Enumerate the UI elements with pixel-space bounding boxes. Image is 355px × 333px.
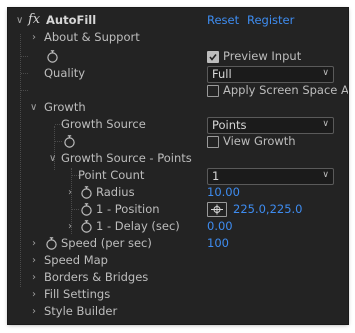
stopwatch-icon[interactable] (45, 237, 58, 250)
param-position: 1 - Position 225.0,225.0 (8, 201, 348, 218)
param-quality: Quality Full ∨ (8, 65, 348, 83)
point-count-dropdown[interactable]: 1 ∨ (207, 168, 334, 185)
param-preview-input: Preview Input (8, 48, 348, 65)
stopwatch-icon[interactable] (46, 50, 59, 63)
collapse-chevron-icon[interactable]: ∨ (49, 150, 56, 167)
param-radius: › Radius 10.00 (8, 184, 348, 201)
param-label: Quality (44, 66, 86, 80)
param-label: Point Count (78, 168, 145, 182)
param-label: 1 - Position (96, 202, 160, 216)
param-point-count: Point Count 1 ∨ (8, 167, 348, 185)
dropdown-value: Full (212, 67, 232, 81)
dropdown-value: Points (212, 118, 247, 132)
checkbox-label: View Growth (223, 134, 296, 148)
expand-chevron-icon[interactable]: › (32, 252, 36, 269)
group-label: Fill Settings (44, 287, 111, 301)
view-growth-checkbox[interactable] (207, 136, 219, 148)
tree-connector (21, 73, 28, 74)
chevron-down-icon: ∨ (322, 170, 329, 180)
collapse-chevron-icon[interactable]: ∨ (30, 99, 37, 116)
group-speed-map[interactable]: › Speed Map (8, 252, 348, 269)
effect-header: ∨ fx AutoFill Reset Register (8, 12, 348, 29)
param-delay: › 1 - Delay (sec) 0.00 (8, 218, 348, 235)
group-label: Style Builder (44, 304, 118, 318)
param-view-growth: View Growth (8, 133, 348, 150)
stopwatch-icon[interactable] (63, 135, 76, 148)
delay-value[interactable]: 0.00 (207, 218, 233, 235)
dropdown-value: 1 (212, 169, 220, 183)
tree-connector (21, 90, 28, 91)
group-about-support[interactable]: › About & Support (8, 29, 348, 46)
stopwatch-icon[interactable] (80, 186, 93, 199)
reset-link[interactable]: Reset (207, 12, 239, 29)
tree-connector (72, 209, 79, 210)
group-growth[interactable]: ∨ Growth (8, 99, 348, 116)
group-label: Growth Source - Points (61, 151, 192, 165)
expand-chevron-icon[interactable]: › (32, 269, 36, 286)
param-label: Growth Source (61, 117, 146, 131)
tree-connector (55, 141, 62, 142)
group-growth-source-points[interactable]: ∨ Growth Source - Points (8, 150, 348, 167)
group-label: Growth (44, 100, 86, 114)
group-style-builder[interactable]: › Style Builder (8, 303, 348, 320)
fx-icon[interactable]: fx (28, 11, 40, 28)
expand-chevron-icon[interactable]: › (32, 29, 36, 46)
crosshair-icon[interactable] (207, 202, 227, 217)
stopwatch-icon[interactable] (80, 203, 93, 216)
tree-connector (21, 56, 28, 57)
param-label: Speed (per sec) (61, 236, 152, 250)
group-label: Borders & Bridges (44, 270, 149, 284)
param-label: 1 - Delay (sec) (96, 219, 180, 233)
expand-chevron-icon[interactable]: › (68, 218, 72, 235)
quality-dropdown[interactable]: Full ∨ (207, 66, 334, 83)
group-fill-settings[interactable]: › Fill Settings (8, 286, 348, 303)
chevron-down-icon: ∨ (322, 119, 329, 129)
chevron-down-icon: ∨ (322, 68, 329, 78)
group-label: About & Support (44, 30, 140, 44)
growth-source-dropdown[interactable]: Points ∨ (207, 117, 334, 134)
group-label: Speed Map (44, 253, 108, 267)
preview-input-checkbox[interactable] (207, 51, 219, 63)
collapse-chevron-icon[interactable]: ∨ (16, 12, 23, 29)
param-speed: › Speed (per sec) 100 (8, 235, 348, 252)
stopwatch-icon[interactable] (80, 220, 93, 233)
param-growth-source: Growth Source Points ∨ (8, 116, 348, 134)
param-label: Radius (96, 185, 135, 199)
checkbox-label: Apply Screen Space AA (223, 83, 348, 97)
effect-controls-panel: ∨ fx AutoFill Reset Register › About & S… (8, 8, 348, 324)
expand-chevron-icon[interactable]: › (68, 184, 72, 201)
checkbox-label: Preview Input (223, 49, 302, 63)
expand-chevron-icon[interactable]: › (32, 235, 36, 252)
expand-chevron-icon[interactable]: › (32, 303, 36, 320)
apply-ssaa-checkbox[interactable] (207, 85, 219, 97)
position-value[interactable]: 225.0,225.0 (233, 201, 303, 218)
expand-chevron-icon[interactable]: › (32, 286, 36, 303)
radius-value[interactable]: 10.00 (207, 184, 240, 201)
effect-title: AutoFill (46, 13, 97, 27)
speed-value[interactable]: 100 (207, 235, 229, 252)
register-link[interactable]: Register (247, 12, 294, 29)
param-apply-ssaa: Apply Screen Space AA (8, 82, 348, 99)
group-borders-bridges[interactable]: › Borders & Bridges (8, 269, 348, 286)
